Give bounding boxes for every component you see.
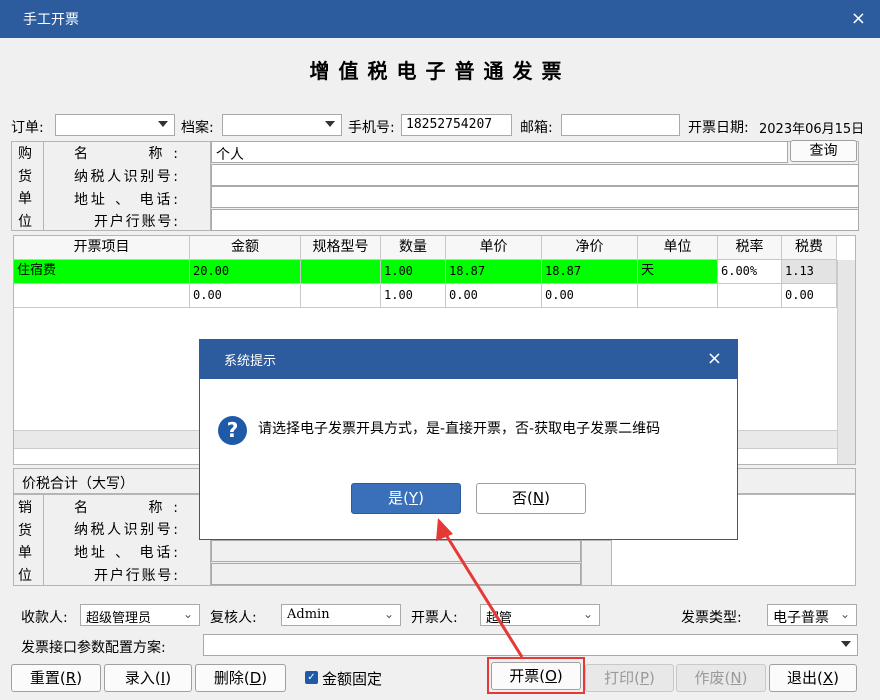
annotation-arrow [436, 518, 524, 658]
arrow-head [436, 518, 453, 541]
arrow-shaft [441, 529, 524, 658]
